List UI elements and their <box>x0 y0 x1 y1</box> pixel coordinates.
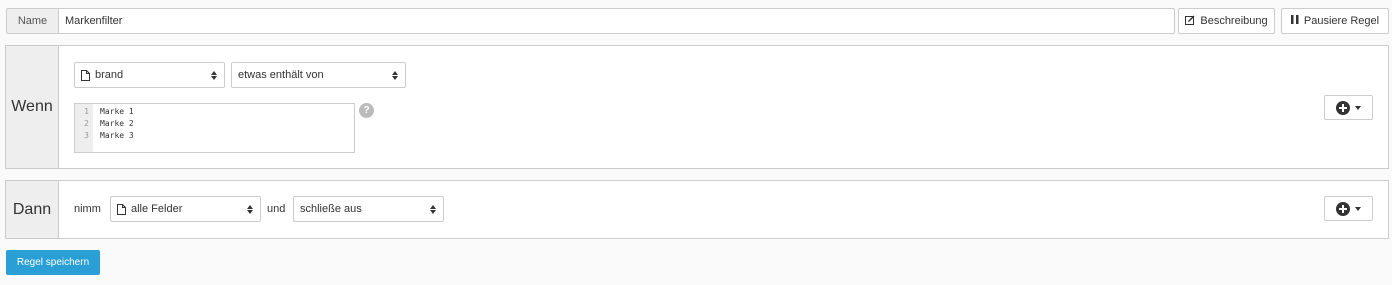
take-text: nimm <box>74 203 101 215</box>
description-button-label: Beschreibung <box>1200 15 1268 27</box>
chevron-down-icon <box>1355 206 1361 211</box>
code-line: Marke 1 <box>100 107 134 116</box>
add-condition-button[interactable] <box>1324 95 1373 120</box>
line-number-gutter: 1 2 3 <box>75 104 93 152</box>
plus-circle-icon <box>1336 100 1350 115</box>
action-select-value: schließe aus <box>300 203 362 215</box>
question-icon[interactable]: ? <box>359 103 374 118</box>
line-number: 3 <box>84 131 89 140</box>
name-row: Name Beschreibung Pausiere Regel <box>6 8 1389 34</box>
condition-label: Wenn <box>6 46 59 168</box>
operator-select[interactable]: etwas enthält von <box>231 62 406 88</box>
action-panel: Dann nimm alle Felder und schließe aus <box>5 180 1389 239</box>
and-text: und <box>267 203 286 215</box>
name-label: Name <box>6 8 59 34</box>
pause-icon <box>1290 15 1299 27</box>
fields-select[interactable]: alle Felder <box>110 196 261 222</box>
action-label: Dann <box>6 181 59 238</box>
rule-name-input[interactable] <box>58 8 1175 34</box>
fields-select-value: alle Felder <box>131 203 183 215</box>
code-line: Marke 2 <box>100 119 134 128</box>
pause-rule-label: Pausiere Regel <box>1303 15 1380 27</box>
pause-rule-button[interactable]: Pausiere Regel <box>1281 8 1389 34</box>
file-icon <box>81 69 90 81</box>
values-code-editor[interactable]: 1 2 3 Marke 1 Marke 2 Marke 3 <box>74 103 355 153</box>
save-rule-button[interactable]: Regel speichern <box>6 250 100 275</box>
edit-icon <box>1185 15 1195 28</box>
line-number: 1 <box>84 107 89 116</box>
description-button[interactable]: Beschreibung <box>1178 8 1275 34</box>
add-action-button[interactable] <box>1324 196 1373 221</box>
condition-panel: Wenn brand etwas enthält von 1 2 3 Marke… <box>5 45 1389 169</box>
operator-select-value: etwas enthält von <box>238 69 324 81</box>
action-select[interactable]: schließe aus <box>293 196 444 222</box>
select-caret-icon <box>391 70 399 80</box>
file-icon <box>117 203 126 215</box>
code-line: Marke 3 <box>100 131 134 140</box>
code-lines: Marke 1 Marke 2 Marke 3 <box>93 104 134 152</box>
select-caret-icon <box>210 70 218 80</box>
select-caret-icon <box>429 204 437 214</box>
field-select-value: brand <box>95 69 124 81</box>
chevron-down-icon <box>1355 105 1361 110</box>
plus-circle-icon <box>1336 201 1350 216</box>
line-number: 2 <box>84 119 89 128</box>
select-caret-icon <box>246 204 254 214</box>
field-select[interactable]: brand <box>74 62 225 88</box>
